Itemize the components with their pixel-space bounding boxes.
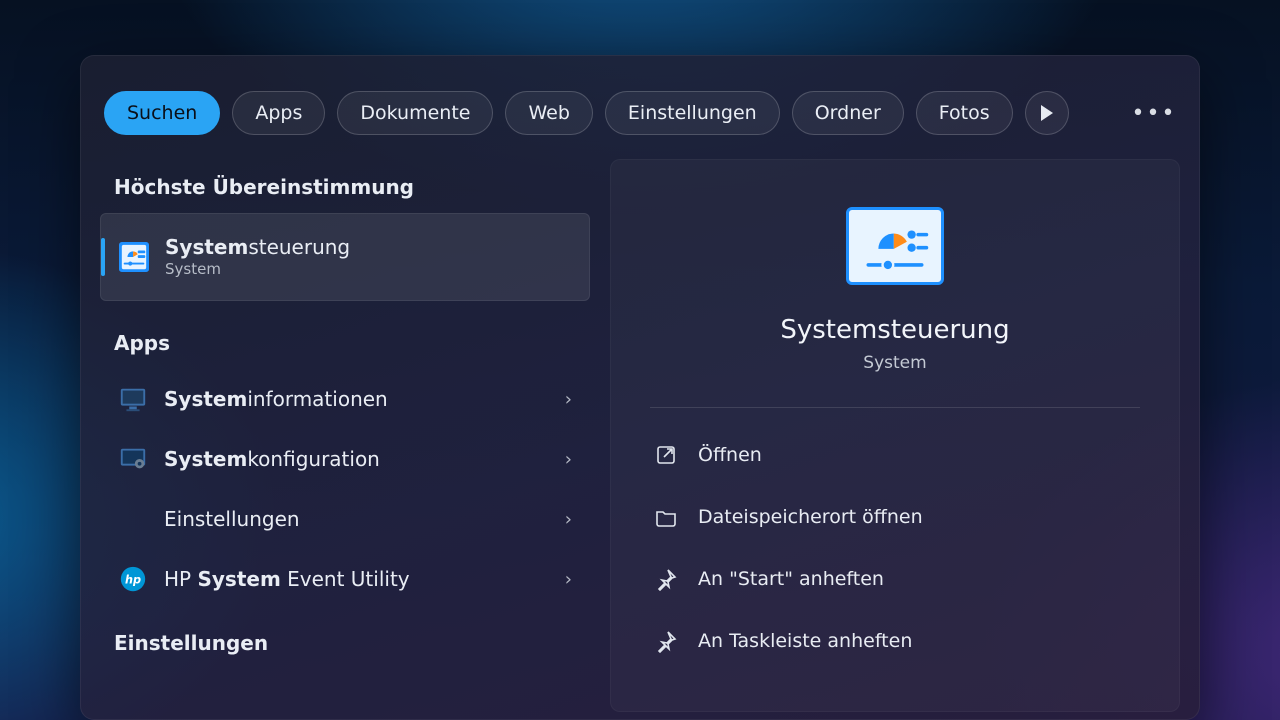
result-title: Systemsteuerung (165, 235, 350, 260)
control-panel-icon-large (846, 207, 944, 285)
blank-icon (118, 504, 148, 534)
pin-icon (654, 567, 678, 591)
results-column: Höchste Übereinstimmung (100, 155, 590, 712)
tab-settings[interactable]: Einstellungen (605, 91, 780, 135)
tab-photos[interactable]: Fotos (916, 91, 1013, 135)
action-label: Öffnen (698, 444, 762, 466)
chevron-right-icon: › (565, 389, 572, 410)
chevron-right-icon: › (565, 449, 572, 470)
action-pin-start[interactable]: An "Start" anheften (650, 548, 1140, 610)
app-result-einstellungen[interactable]: Einstellungen › (100, 489, 590, 549)
result-title: HP System Event Utility (164, 567, 410, 592)
preview-pane: Systemsteuerung System Öffnen Dateispeic… (610, 159, 1180, 712)
control-panel-icon (119, 242, 149, 272)
apps-section-label: Apps (100, 309, 590, 369)
action-open[interactable]: Öffnen (650, 424, 1140, 486)
result-subtitle: System (165, 260, 350, 279)
monitor-icon (118, 384, 148, 414)
folder-icon (654, 505, 678, 529)
action-label: An Taskleiste anheften (698, 630, 912, 652)
monitor-gear-icon (118, 444, 148, 474)
tab-more-forward[interactable] (1025, 91, 1069, 135)
filter-tabs: Suchen Apps Dokumente Web Einstellungen … (80, 55, 1200, 155)
tab-web[interactable]: Web (505, 91, 592, 135)
preview-title: Systemsteuerung (780, 315, 1009, 345)
app-result-systemkonfiguration[interactable]: Systemkonfiguration › (100, 429, 590, 489)
settings-section-label: Einstellungen (100, 609, 590, 669)
tab-folders[interactable]: Ordner (792, 91, 904, 135)
divider (650, 407, 1140, 408)
action-label: Dateispeicherort öffnen (698, 506, 923, 528)
action-open-location[interactable]: Dateispeicherort öffnen (650, 486, 1140, 548)
best-match-result[interactable]: Systemsteuerung System (100, 213, 590, 301)
preview-actions: Öffnen Dateispeicherort öffnen An "Start… (650, 414, 1140, 672)
pin-icon (654, 629, 678, 653)
more-menu-button[interactable]: ••• (1132, 91, 1176, 135)
result-title: Systemkonfiguration (164, 447, 380, 472)
action-label: An "Start" anheften (698, 568, 884, 590)
tab-apps[interactable]: Apps (232, 91, 325, 135)
action-pin-taskbar[interactable]: An Taskleiste anheften (650, 610, 1140, 672)
hp-logo-icon: hp (118, 564, 148, 594)
open-icon (654, 443, 678, 467)
preview-category: System (863, 353, 926, 373)
play-icon (1041, 105, 1053, 121)
tab-documents[interactable]: Dokumente (337, 91, 493, 135)
result-title: Systeminformationen (164, 387, 388, 412)
best-match-label: Höchste Übereinstimmung (100, 155, 590, 213)
chevron-right-icon: › (565, 509, 572, 530)
app-result-hp-system-event[interactable]: hp HP System Event Utility › (100, 549, 590, 609)
result-title: Einstellungen (164, 507, 300, 532)
tab-search[interactable]: Suchen (104, 91, 220, 135)
app-result-systeminformationen[interactable]: Systeminformationen › (100, 369, 590, 429)
svg-text:hp: hp (125, 574, 141, 587)
chevron-right-icon: › (565, 569, 572, 590)
search-panel: Suchen Apps Dokumente Web Einstellungen … (80, 55, 1200, 720)
